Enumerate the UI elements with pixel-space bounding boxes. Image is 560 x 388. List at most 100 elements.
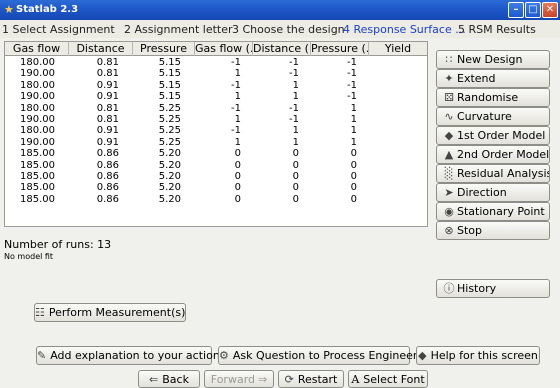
table-cell[interactable]: 185.00 xyxy=(5,171,55,182)
table-cell[interactable]: 5.25 xyxy=(133,114,181,125)
table-cell[interactable]: 0.86 xyxy=(69,182,119,193)
perform-measurement-button[interactable]: ☷ Perform Measurement(s) xyxy=(34,303,186,322)
table-cell[interactable]: 1 xyxy=(311,137,357,148)
table-cell[interactable] xyxy=(369,182,415,193)
table-cell[interactable]: 5.25 xyxy=(133,137,181,148)
table-cell[interactable]: 190.00 xyxy=(5,114,55,125)
table-cell[interactable] xyxy=(369,171,415,182)
table-cell[interactable]: 1 xyxy=(253,80,299,91)
table-cell[interactable]: 0 xyxy=(253,160,299,171)
table-cell[interactable] xyxy=(369,103,415,114)
column-header[interactable]: Distance xyxy=(69,42,133,56)
table-cell[interactable]: 190.00 xyxy=(5,137,55,148)
table-cell[interactable]: 5.20 xyxy=(133,148,181,159)
table-cell[interactable]: 5.15 xyxy=(133,68,181,79)
table-cell[interactable]: 0.86 xyxy=(69,148,119,159)
add-explanation-button[interactable]: ✎ Add explanation to your action xyxy=(36,346,220,365)
table-cell[interactable]: 5.20 xyxy=(133,171,181,182)
table-row[interactable]: 180.00 0.91 5.25 -1 1 1 xyxy=(5,125,427,136)
table-cell[interactable] xyxy=(369,160,415,171)
table-cell[interactable]: -1 xyxy=(311,57,357,68)
step-response-surface[interactable]: 4 Response Surface ... xyxy=(343,23,466,36)
table-cell[interactable]: 0 xyxy=(311,148,357,159)
table-cell[interactable]: 1 xyxy=(195,91,241,102)
table-cell[interactable]: 1 xyxy=(253,137,299,148)
table-row[interactable]: 180.00 0.91 5.15 -1 1 -1 xyxy=(5,80,427,91)
table-cell[interactable]: 0 xyxy=(311,182,357,193)
help-button[interactable]: ◆ Help for this screen xyxy=(416,346,540,365)
table-row[interactable]: 185.00 0.86 5.20 0 0 0 xyxy=(5,194,427,205)
ask-engineer-button[interactable]: ⚙ Ask Question to Process Engineer xyxy=(218,346,417,365)
table-cell[interactable]: 185.00 xyxy=(5,160,55,171)
table-cell[interactable]: 5.25 xyxy=(133,125,181,136)
table-cell[interactable]: 0.86 xyxy=(69,160,119,171)
table-cell[interactable]: 180.00 xyxy=(5,125,55,136)
design-table[interactable]: Gas flow Distance Pressure Gas flow (...… xyxy=(4,41,428,227)
table-cell[interactable]: 0.86 xyxy=(69,194,119,205)
table-cell[interactable]: 0 xyxy=(253,182,299,193)
table-cell[interactable] xyxy=(369,137,415,148)
table-cell[interactable]: 1 xyxy=(195,114,241,125)
table-cell[interactable] xyxy=(369,68,415,79)
table-cell[interactable] xyxy=(369,125,415,136)
column-header[interactable]: Pressure xyxy=(133,42,195,56)
column-header[interactable]: Pressure (... xyxy=(311,42,369,56)
extend-button[interactable]: ✦ Extend xyxy=(436,69,550,88)
curvature-button[interactable]: ∿ Curvature xyxy=(436,107,550,126)
table-cell[interactable]: 0.81 xyxy=(69,57,119,68)
table-cell[interactable]: 0 xyxy=(195,160,241,171)
table-row[interactable]: 190.00 0.91 5.25 1 1 1 xyxy=(5,137,427,148)
table-cell[interactable]: 0 xyxy=(195,148,241,159)
table-row[interactable]: 185.00 0.86 5.20 0 0 0 xyxy=(5,171,427,182)
table-cell[interactable]: 0 xyxy=(253,148,299,159)
table-cell[interactable]: 0.91 xyxy=(69,80,119,91)
table-cell[interactable]: 5.15 xyxy=(133,80,181,91)
table-cell[interactable]: -1 xyxy=(195,80,241,91)
table-cell[interactable]: 1 xyxy=(311,125,357,136)
table-cell[interactable]: 190.00 xyxy=(5,91,55,102)
table-cell[interactable]: 5.20 xyxy=(133,160,181,171)
stop-button[interactable]: ⊗ Stop xyxy=(436,221,550,240)
table-cell[interactable] xyxy=(369,148,415,159)
new-design-button[interactable]: ∷ New Design xyxy=(436,50,550,69)
table-cell[interactable]: -1 xyxy=(253,68,299,79)
table-cell[interactable]: 0.81 xyxy=(69,68,119,79)
table-row[interactable]: 185.00 0.86 5.20 0 0 0 xyxy=(5,182,427,193)
stationary-point-button[interactable]: ◉ Stationary Point xyxy=(436,202,550,221)
restart-button[interactable]: ⟳ Restart xyxy=(278,370,344,388)
step-select-assignment[interactable]: 1 Select Assignment xyxy=(2,23,115,36)
table-cell[interactable]: 0 xyxy=(311,160,357,171)
table-cell[interactable]: 5.15 xyxy=(133,91,181,102)
table-cell[interactable] xyxy=(369,80,415,91)
column-header[interactable]: Gas flow (... xyxy=(195,42,253,56)
forward-button[interactable]: Forward ⇒ xyxy=(204,370,274,388)
table-cell[interactable]: 0 xyxy=(311,194,357,205)
table-cell[interactable]: 1 xyxy=(311,103,357,114)
table-cell[interactable]: 1 xyxy=(195,137,241,148)
table-cell[interactable]: -1 xyxy=(311,80,357,91)
table-cell[interactable]: 180.00 xyxy=(5,57,55,68)
table-cell[interactable]: 0.81 xyxy=(69,114,119,125)
step-rsm-results[interactable]: 5 RSM Results xyxy=(458,23,536,36)
table-cell[interactable]: 5.20 xyxy=(133,182,181,193)
table-cell[interactable]: 180.00 xyxy=(5,80,55,91)
table-cell[interactable]: 0.91 xyxy=(69,125,119,136)
table-cell[interactable]: 190.00 xyxy=(5,68,55,79)
table-cell[interactable]: 185.00 xyxy=(5,182,55,193)
table-cell[interactable]: 1 xyxy=(253,125,299,136)
table-cell[interactable]: -1 xyxy=(195,125,241,136)
table-cell[interactable]: 1 xyxy=(253,91,299,102)
table-cell[interactable] xyxy=(369,91,415,102)
table-cell[interactable]: -1 xyxy=(195,103,241,114)
column-header[interactable]: Gas flow xyxy=(5,42,69,56)
table-row[interactable]: 180.00 0.81 5.15 -1 -1 -1 xyxy=(5,57,427,68)
table-cell[interactable]: 0.81 xyxy=(69,103,119,114)
select-font-button[interactable]: A Select Font xyxy=(348,370,428,388)
1st-order-model-button[interactable]: ◆ 1st Order Model xyxy=(436,126,550,145)
minimize-button[interactable]: – xyxy=(508,2,524,18)
table-cell[interactable]: -1 xyxy=(195,57,241,68)
table-cell[interactable]: 185.00 xyxy=(5,148,55,159)
table-cell[interactable]: 0 xyxy=(195,171,241,182)
history-button[interactable]: ⓘ History xyxy=(436,279,550,298)
table-row[interactable]: 190.00 0.81 5.15 1 -1 -1 xyxy=(5,68,427,79)
